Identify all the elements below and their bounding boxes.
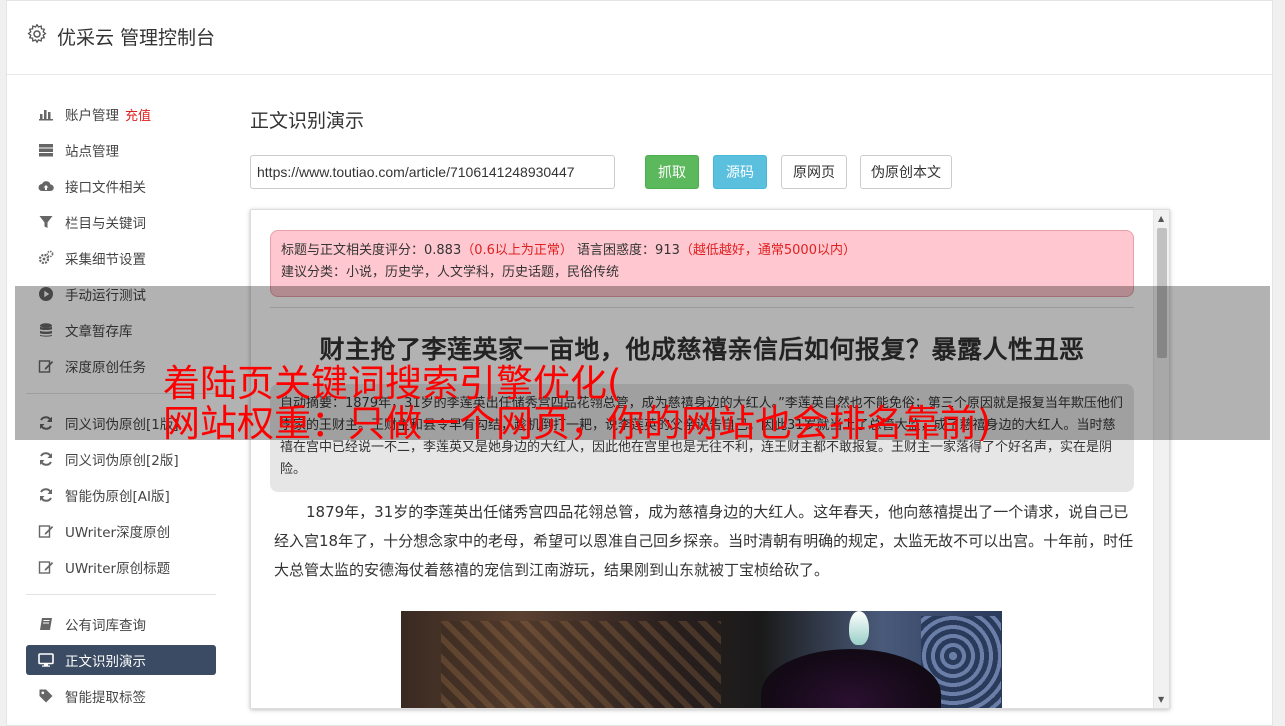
edit-icon (37, 558, 55, 576)
suggested-categories: 建议分类：小说，历史学，人文学科，历史话题，民俗传统 (281, 265, 620, 280)
overlay-caption-line2: 网站权重：只做一个网页，你的网站也会排名靠前) (163, 402, 992, 445)
perplexity-note: （越低越好，通常5000以内） (679, 243, 856, 258)
sidebar-item-api-files[interactable]: 接口文件相关 (26, 171, 216, 201)
sidebar-item-label: UWriter深度原创 (65, 525, 171, 541)
sidebar-item-label: 智能伪原创[AI版] (65, 489, 170, 505)
perplexity-score: 语言困惑度：913 (577, 243, 680, 258)
filter-icon (37, 213, 55, 231)
image-qing-hat (761, 649, 941, 708)
sidebar-item-ai-pseudo[interactable]: 智能伪原创[AI版] (26, 480, 216, 510)
server-icon (37, 141, 55, 159)
sidebar-item-label: 站点管理 (65, 144, 119, 160)
desktop-icon (37, 651, 55, 669)
sidebar-item-label: UWriter原创标题 (65, 561, 171, 577)
sidebar-item-label: 采集细节设置 (65, 252, 146, 268)
fetch-button[interactable]: 抓取 (645, 155, 699, 189)
header: 优采云 管理控制台 (7, 1, 1272, 75)
sidebar-item-columns-keywords[interactable]: 栏目与关键词 (26, 207, 216, 237)
sidebar-item-collect-settings[interactable]: 采集细节设置 (26, 243, 216, 273)
sidebar-divider (26, 594, 216, 595)
app-title: 优采云 管理控制台 (57, 27, 216, 49)
relevance-score: 标题与正文相关度评分：0.883 (281, 243, 462, 258)
original-page-button[interactable]: 原网页 (781, 155, 847, 189)
scroll-up-arrow-icon[interactable]: ▲ (1158, 214, 1164, 223)
refresh-icon (37, 486, 55, 504)
refresh-icon (37, 450, 55, 468)
sidebar-item-label: 智能提取标签 (65, 690, 146, 706)
sidebar-item-synonym-v2[interactable]: 同义词伪原创[2版] (26, 444, 216, 474)
sidebar-item-label: 公有词库查询 (65, 618, 146, 634)
sidebar-item-label: 接口文件相关 (65, 180, 146, 196)
sidebar-item-uwriter-title[interactable]: UWriter原创标题 (26, 552, 216, 582)
preview-scrollbar[interactable]: ▲ ▼ (1153, 210, 1169, 708)
sidebar-item-uwriter-deep[interactable]: UWriter深度原创 (26, 516, 216, 546)
url-input[interactable] (250, 155, 615, 189)
relevance-note: （0.6以上为正常） (461, 243, 573, 258)
overlay-caption: 着陆页关键词搜索引擎优化( 网站权重：只做一个网页，你的网站也会排名靠前) (163, 364, 1163, 444)
sidebar-item-text-recognition[interactable]: 正文识别演示 (26, 645, 216, 675)
image-lattice (441, 621, 721, 708)
cloud-upload-icon (37, 177, 55, 195)
sidebar-item-label: 账户管理 (65, 108, 119, 124)
scroll-down-arrow-icon[interactable]: ▼ (1158, 695, 1164, 704)
tag-icon (37, 687, 55, 705)
gears-icon (37, 249, 55, 267)
page-title: 正文识别演示 (250, 110, 365, 132)
sidebar-item-public-lexicon[interactable]: 公有词库查询 (26, 609, 216, 639)
bar-chart-icon (37, 105, 55, 123)
image-hat-finial (849, 611, 869, 645)
book-icon (37, 615, 55, 633)
sidebar-item-smart-tags[interactable]: 智能提取标签 (26, 681, 216, 711)
pseudo-original-button[interactable]: 伪原创本文 (860, 155, 952, 189)
recharge-link[interactable]: 充值 (125, 105, 151, 124)
article-body: 1879年，31岁的李莲英出任储秀宫四品花翎总管，成为慈禧身边的大红人。这年春天… (274, 503, 1134, 579)
edit-icon (37, 522, 55, 540)
sidebar-item-account[interactable]: 账户管理 充值 (26, 99, 216, 129)
recognition-preview-panel: 标题与正文相关度评分：0.883（0.6以上为正常） 语言困惑度：913（越低越… (250, 209, 1170, 709)
sidebar-item-label: 正文识别演示 (65, 654, 146, 670)
overlay-caption-line1: 着陆页关键词搜索引擎优化( (163, 362, 622, 405)
sidebar-item-label: 栏目与关键词 (65, 216, 146, 232)
article-image (401, 611, 1002, 708)
sidebar-item-sites[interactable]: 站点管理 (26, 135, 216, 165)
source-button[interactable]: 源码 (713, 155, 767, 189)
sidebar-item-label: 同义词伪原创[2版] (65, 453, 179, 469)
gear-icon (27, 24, 47, 44)
